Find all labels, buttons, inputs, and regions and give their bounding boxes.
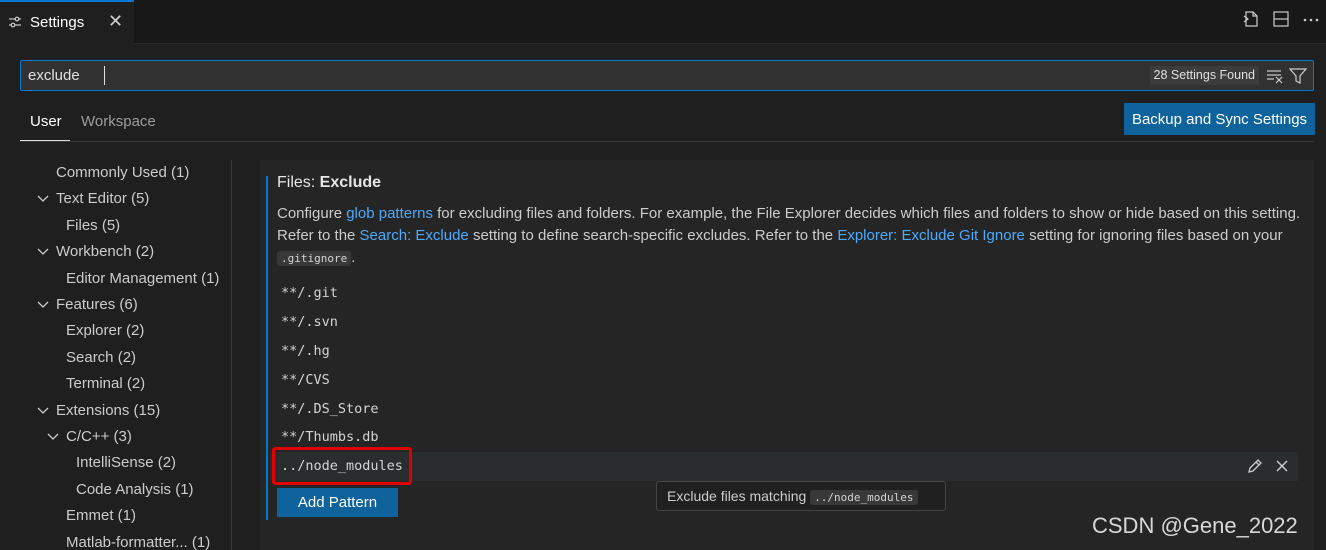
- add-pattern-button[interactable]: Add Pattern: [277, 488, 398, 517]
- list-item[interactable]: **/.hg: [281, 343, 330, 359]
- list-item[interactable]: **/.DS_Store: [281, 401, 379, 417]
- split-editor-icon[interactable]: [1272, 10, 1290, 28]
- toc-editor-management[interactable]: Editor Management (1): [66, 270, 219, 287]
- active-tab-underline: [20, 140, 70, 141]
- toc-workbench[interactable]: Workbench (2): [56, 243, 154, 260]
- toc-files[interactable]: Files (5): [66, 217, 120, 234]
- tab-close-button[interactable]: ✕: [108, 11, 123, 32]
- backup-sync-button[interactable]: Backup and Sync Settings: [1124, 103, 1315, 135]
- settings-scope-tabs: User Workspace: [20, 104, 1314, 142]
- filter-icon[interactable]: [1289, 67, 1307, 85]
- toc-extensions[interactable]: Extensions (15): [56, 402, 160, 419]
- settings-search-input[interactable]: exclude 28 Settings Found: [20, 60, 1314, 91]
- toc-features[interactable]: Features (6): [56, 296, 138, 313]
- toc-cpp[interactable]: C/C++ (3): [66, 428, 132, 445]
- chevron-down-icon[interactable]: [37, 299, 49, 311]
- glob-patterns-link[interactable]: glob patterns: [346, 205, 433, 222]
- open-settings-json-icon[interactable]: [1242, 10, 1260, 28]
- chevron-down-icon[interactable]: [37, 246, 49, 258]
- toc-text-editor[interactable]: Text Editor (5): [56, 190, 149, 207]
- tab-settings[interactable]: Settings ✕: [0, 0, 134, 44]
- tab-title: Settings: [30, 14, 85, 31]
- gitignore-code: .gitignore: [277, 251, 352, 266]
- toc-code-analysis[interactable]: Code Analysis (1): [76, 481, 194, 498]
- editor-actions: [1242, 10, 1320, 28]
- list-item[interactable]: **/CVS: [281, 372, 330, 388]
- list-item[interactable]: **/.svn: [281, 314, 338, 330]
- toc-matlab-formatter[interactable]: Matlab-formatter... (1): [66, 534, 210, 550]
- desc-text: setting for ignoring files based on your: [1024, 227, 1283, 244]
- desc-text: .: [351, 249, 356, 266]
- tab-workspace[interactable]: Workspace: [81, 113, 156, 130]
- settings-toc: Commonly Used (1) Text Editor (5) Files …: [0, 160, 232, 550]
- results-count-badge: 28 Settings Found: [1149, 66, 1259, 85]
- toc-search[interactable]: Search (2): [66, 349, 136, 366]
- explorer-exclude-git-ignore-link[interactable]: Explorer: Exclude Git Ignore: [837, 227, 1025, 244]
- focused-setting-indicator: [266, 176, 268, 520]
- more-actions-icon[interactable]: [1302, 10, 1320, 28]
- toc-explorer[interactable]: Explorer (2): [66, 322, 144, 339]
- watermark: CSDN @Gene_2022: [1092, 513, 1298, 538]
- toc-commonly-used[interactable]: Commonly Used (1): [56, 164, 189, 181]
- edit-pencil-icon[interactable]: [1246, 457, 1264, 475]
- tab-user[interactable]: User: [30, 113, 62, 130]
- remove-close-icon[interactable]: [1273, 457, 1291, 475]
- setting-name: Exclude: [319, 174, 382, 191]
- toc-divider: [231, 160, 232, 550]
- search-exclude-link[interactable]: Search: Exclude: [360, 227, 469, 244]
- chevron-down-icon[interactable]: [47, 431, 59, 443]
- hover-tooltip: Exclude files matching ../node_modules: [656, 481, 946, 511]
- editor-tab-bar: Settings ✕: [0, 0, 1326, 44]
- setting-category: Files:: [277, 174, 320, 191]
- desc-text: setting to define search-specific exclud…: [468, 227, 838, 244]
- list-item[interactable]: **/.git: [281, 285, 338, 301]
- chevron-down-icon[interactable]: [37, 193, 49, 205]
- chevron-down-icon[interactable]: [37, 405, 49, 417]
- search-value[interactable]: exclude: [28, 67, 80, 84]
- toc-terminal[interactable]: Terminal (2): [66, 375, 145, 392]
- setting-description: Configure glob patterns for excluding fi…: [277, 203, 1302, 270]
- list-item[interactable]: **/Thumbs.db: [281, 429, 379, 445]
- setting-title: Files: Exclude: [277, 174, 381, 192]
- desc-text: Configure: [277, 205, 347, 222]
- toc-emmet[interactable]: Emmet (1): [66, 507, 136, 524]
- clear-filter-icon[interactable]: [1266, 67, 1284, 85]
- text-caret: [104, 66, 105, 85]
- tooltip-code: ../node_modules: [810, 490, 918, 505]
- settings-sliders-icon: [9, 16, 21, 28]
- tooltip-text: Exclude files matching: [667, 488, 811, 504]
- annotation-highlight-box: [272, 447, 412, 485]
- toc-intellisense[interactable]: IntelliSense (2): [76, 454, 176, 471]
- hovered-pattern-row[interactable]: [270, 452, 1298, 481]
